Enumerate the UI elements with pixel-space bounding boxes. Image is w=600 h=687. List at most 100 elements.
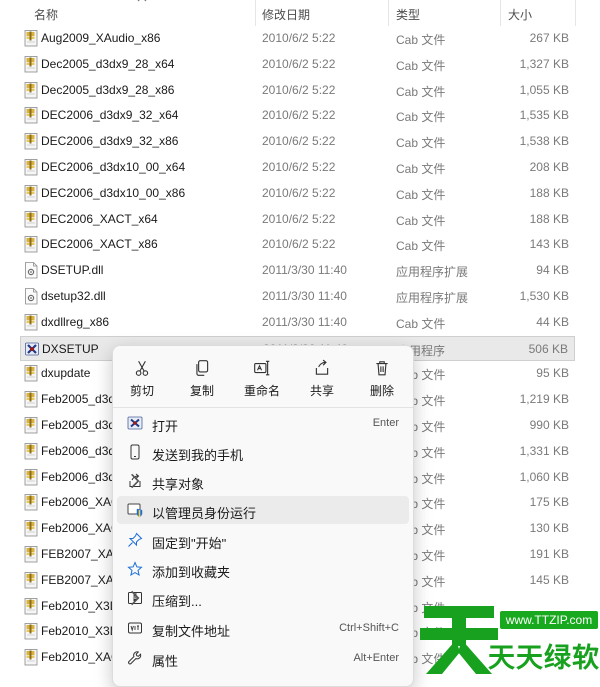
shield-icon — [127, 503, 143, 518]
cut-button[interactable]: 剪切 — [115, 354, 169, 400]
menu-divider — [113, 407, 413, 408]
copy-button[interactable]: 复制 — [175, 354, 229, 400]
menu-item-run-as-admin[interactable]: 以管理员身份运行 — [117, 496, 409, 524]
file-row[interactable]: DEC2006_d3dx9_32_x64 2010/6/2 5:22 Cab 文件 1… — [20, 103, 575, 128]
file-type: 应用程序扩展 — [396, 265, 469, 280]
file-row[interactable]: DEC2006_d3dx10_00_x86 2010/6/2 5:22 Cab 文件… — [20, 181, 575, 206]
file-size: 145 KB — [529, 572, 569, 587]
file-date: 2010/6/2 5:22 — [262, 56, 336, 71]
file-date: 2010/6/2 5:22 — [262, 237, 336, 252]
menu-item-compress-to[interactable]: 压缩到... — [117, 584, 409, 612]
column-divider[interactable] — [500, 0, 501, 26]
file-size: 1,055 KB — [519, 82, 569, 97]
cab-file-icon — [24, 81, 38, 98]
file-row[interactable]: Aug2009_XAudio_x86 2010/6/2 5:22 Cab 文件 267… — [20, 26, 575, 51]
cab-file-icon — [24, 546, 38, 563]
delete-button[interactable]: 删除 — [355, 354, 409, 400]
file-row[interactable]: DEC2006_XACT_x86 2010/6/2 5:22 Cab 文件 143 K… — [20, 232, 575, 257]
file-date: 2010/6/2 5:22 — [262, 185, 336, 200]
phone-icon — [130, 444, 140, 460]
watermark-url: www.TTZIP.com — [500, 611, 598, 629]
file-date: 2010/6/2 5:22 — [262, 134, 336, 149]
file-type: 应用程序扩展 — [396, 291, 469, 305]
file-size: 1,060 KB — [519, 469, 569, 484]
rename-icon — [254, 360, 270, 376]
file-size: 1,535 KB — [519, 108, 569, 123]
file-name: Feb2010_XAC — [41, 650, 120, 665]
cab-file-icon — [24, 442, 38, 460]
file-name: FEB2007_XAC — [41, 547, 123, 561]
file-type: Cab 文件 — [396, 33, 446, 47]
cab-file-icon — [24, 494, 38, 511]
cab-file-icon — [24, 55, 38, 73]
file-date: 2010/6/2 5:22 — [262, 31, 336, 45]
menu-item-label: 以管理员身份运行 — [152, 506, 257, 521]
menu-item-shortcut: Alt+Enter — [353, 652, 399, 664]
share-button[interactable]: 共享 — [295, 354, 349, 400]
file-date: 2010/6/2 5:22 — [262, 211, 336, 226]
menu-item-label: 共享对象 — [152, 477, 205, 492]
file-size: 267 KB — [529, 31, 569, 45]
context-menu: 剪切 复制 重命名 共享 删除 打开 Enter 发送到我的手机共享对象以管理员身份运行固定… — [112, 345, 414, 687]
cab-file-icon — [24, 417, 38, 434]
file-size: 1,331 KB — [519, 443, 569, 458]
column-type[interactable]: 类型 — [396, 6, 420, 23]
menu-item-send-to-phone[interactable]: 发送到我的手机 — [117, 438, 409, 466]
file-name: DEC2006_d3dx9_32_x64 — [41, 108, 179, 123]
column-name[interactable]: 名称 — [34, 6, 58, 23]
file-date: 2011/3/30 11:40 — [262, 314, 347, 329]
quick-actions-bar: 剪切 复制 重命名 共享 删除 — [113, 346, 413, 406]
watermark: www.TTZIP.com 天天绿软 — [418, 598, 600, 677]
file-name: DEC2006_d3dx10_00_x86 — [41, 185, 186, 200]
menu-item-label: 打开 — [152, 419, 179, 434]
file-row[interactable]: dxdllreg_x86 2011/3/30 11:40 Cab 文件 44 KB — [20, 310, 575, 335]
menu-item-open[interactable]: 打开 Enter — [117, 409, 409, 437]
menu-item-pin-to-start[interactable]: 固定到"开始" — [117, 526, 409, 554]
cab-file-icon — [24, 623, 38, 640]
trash-icon — [376, 361, 388, 376]
file-name: Feb2010_X3D — [41, 624, 119, 639]
file-name: DEC2006_XACT_x64 — [41, 211, 158, 226]
file-row[interactable]: DEC2006_d3dx9_32_x86 2010/6/2 5:22 Cab 文件 1… — [20, 129, 575, 154]
file-type: Cab 文件 — [396, 187, 446, 202]
cab-file-icon — [24, 184, 38, 202]
file-size: 143 KB — [529, 237, 569, 252]
cab-file-icon — [24, 649, 38, 666]
rename-button[interactable]: 重命名 — [235, 354, 289, 400]
cut-label: 剪切 — [129, 384, 154, 398]
menu-item-add-to-favorites[interactable]: 添加到收藏夹 — [117, 555, 409, 583]
sort-ascending-icon[interactable] — [137, 0, 147, 2]
star-icon — [127, 561, 143, 577]
column-date[interactable]: 修改日期 — [262, 6, 310, 23]
file-size: 208 KB — [529, 160, 569, 174]
file-size: 188 KB — [529, 211, 569, 226]
menu-item-label: 属性 — [152, 654, 179, 669]
file-row[interactable]: DEC2006_d3dx10_00_x64 2010/6/2 5:22 Cab 文件… — [20, 155, 575, 180]
menu-item-share-with[interactable]: 共享对象 — [117, 467, 409, 495]
file-type: Cab 文件 — [396, 213, 446, 228]
dll-file-icon — [25, 288, 38, 305]
menu-item-copy-path[interactable]: 复制文件地址 Ctrl+Shift+C — [117, 614, 409, 642]
cab-file-icon — [24, 520, 38, 537]
column-divider[interactable] — [255, 0, 256, 26]
file-row[interactable]: dsetup32.dll 2011/3/30 11:40 应用程序扩展 1,530 K… — [20, 284, 575, 309]
copy-icon — [196, 360, 209, 376]
column-divider[interactable] — [575, 0, 576, 26]
column-divider[interactable] — [388, 0, 389, 26]
file-date: 2011/3/30 11:40 — [262, 263, 347, 278]
file-row[interactable]: Dec2005_d3dx9_28_x64 2010/6/2 5:22 Cab 文件 1… — [20, 52, 575, 77]
watermark-logo-glyph — [420, 606, 498, 674]
menu-item-label: 添加到收藏夹 — [152, 565, 231, 580]
file-size: 44 KB — [536, 314, 569, 329]
file-row[interactable]: DEC2006_XACT_x64 2010/6/2 5:22 Cab 文件 188 K… — [20, 207, 575, 232]
chevron-right-icon — [131, 473, 140, 489]
dll-file-icon — [25, 262, 38, 279]
file-row[interactable]: DSETUP.dll 2011/3/30 11:40 应用程序扩展 94 KB — [20, 258, 575, 283]
file-row[interactable]: Dec2005_d3dx9_28_x86 2010/6/2 5:22 Cab 文件 1… — [20, 78, 575, 103]
menu-item-properties[interactable]: 属性 Alt+Enter — [117, 644, 409, 672]
rename-label: 重命名 — [243, 384, 280, 398]
column-size[interactable]: 大小 — [508, 6, 532, 23]
file-name: dxupdate — [41, 366, 91, 381]
scissors-icon — [135, 360, 149, 376]
file-type: Cab 文件 — [396, 84, 446, 99]
